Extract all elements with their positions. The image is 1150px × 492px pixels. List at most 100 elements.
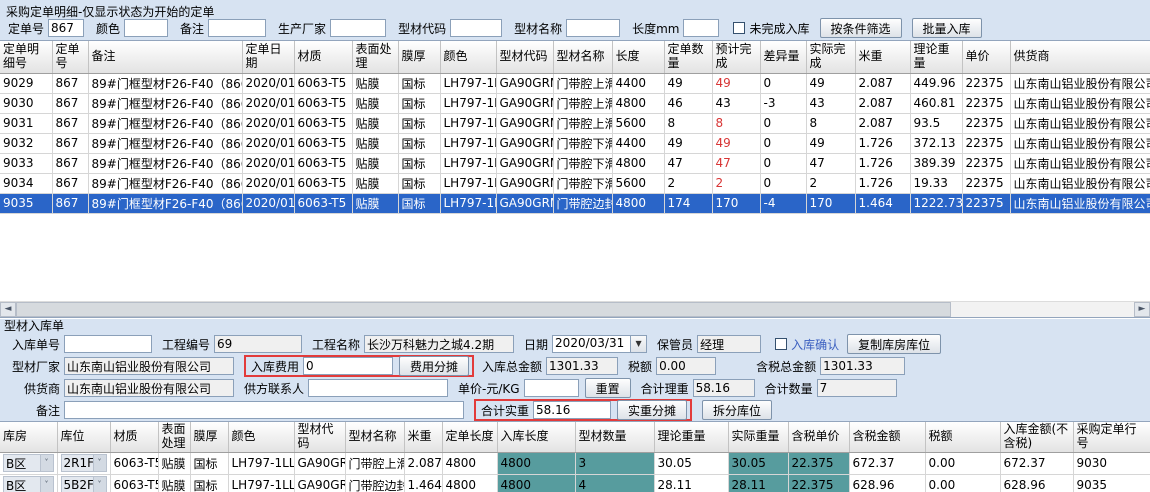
cell[interactable]: LH797-1LL0	[440, 93, 496, 113]
cell[interactable]: LH797-1LL0	[440, 133, 496, 153]
cell[interactable]: 89#门框型材F26-F40（866+867）	[88, 173, 242, 193]
cell[interactable]: 2020/01/13	[242, 73, 294, 93]
column-header[interactable]: 单价	[962, 41, 1010, 73]
cell[interactable]: -4	[760, 193, 806, 213]
column-header[interactable]: 预计完成	[712, 41, 760, 73]
column-header[interactable]: 理论重量	[654, 422, 728, 452]
cell[interactable]: 2.087	[855, 113, 910, 133]
cell[interactable]: 国标	[190, 452, 228, 474]
remark-input[interactable]	[208, 19, 266, 37]
order-row[interactable]: 903386789#门框型材F26-F40（866+867）2020/01/13…	[0, 153, 1150, 173]
split-warehouse-button[interactable]: 拆分库位	[702, 400, 772, 420]
cell[interactable]: 1.464	[404, 474, 442, 492]
cell[interactable]: 山东南山铝业股份有限公司	[1010, 193, 1150, 213]
cell[interactable]: 22375	[962, 133, 1010, 153]
cell[interactable]: B区˅	[0, 474, 57, 492]
cell[interactable]: 372.13	[910, 133, 962, 153]
cell[interactable]: GA90GRM05	[496, 193, 553, 213]
supplier-input[interactable]	[64, 379, 234, 397]
cell[interactable]: 门带腔下滑	[553, 153, 612, 173]
tax-input[interactable]	[656, 357, 716, 375]
cell[interactable]: 国标	[398, 173, 440, 193]
cell[interactable]: 贴膜	[158, 474, 190, 492]
cell[interactable]: GA90GRM03	[294, 452, 345, 474]
cell[interactable]: 4800	[442, 452, 497, 474]
cell[interactable]: 0	[760, 133, 806, 153]
column-header[interactable]: 定单数量	[664, 41, 712, 73]
cell[interactable]: 贴膜	[352, 93, 398, 113]
cell[interactable]: 9035	[0, 193, 52, 213]
total-theory-weight-input[interactable]	[693, 379, 755, 397]
cell[interactable]: 867	[52, 133, 88, 153]
column-header[interactable]: 定单明细号	[0, 41, 52, 73]
length-input[interactable]	[683, 19, 719, 37]
cell[interactable]: LH797-1LL0	[440, 173, 496, 193]
cell[interactable]: 89#门框型材F26-F40（866+867）	[88, 133, 242, 153]
cell[interactable]: 672.37	[1000, 452, 1073, 474]
inbound-confirm-checkbox[interactable]: 入库确认	[775, 336, 839, 353]
cell[interactable]: 2.087	[855, 73, 910, 93]
cell[interactable]: 6063-T5	[110, 474, 158, 492]
cell[interactable]: 19.33	[910, 173, 962, 193]
cell[interactable]: 0	[760, 73, 806, 93]
cell[interactable]: 867	[52, 73, 88, 93]
column-header[interactable]: 税额	[925, 422, 1000, 452]
column-header[interactable]: 差异量	[760, 41, 806, 73]
order-row[interactable]: 903086789#门框型材F26-F40（866+867）2020/01/13…	[0, 93, 1150, 113]
cell-combo[interactable]: B区˅	[3, 454, 54, 472]
fee-share-button[interactable]: 费用分摊	[399, 356, 469, 376]
cell[interactable]: 贴膜	[352, 133, 398, 153]
inbound-no-input[interactable]	[64, 335, 152, 353]
cell[interactable]: 9035	[1073, 474, 1150, 492]
cell[interactable]: 国标	[398, 133, 440, 153]
cell[interactable]: 2.087	[404, 452, 442, 474]
cell[interactable]: 国标	[398, 193, 440, 213]
cell[interactable]: 门带腔下滑	[553, 133, 612, 153]
cell[interactable]: 8	[664, 113, 712, 133]
cell[interactable]: 门带腔边封	[345, 474, 404, 492]
factory-input[interactable]	[64, 357, 234, 375]
cell[interactable]: 贴膜	[352, 73, 398, 93]
cell[interactable]: 47	[806, 153, 855, 173]
column-header[interactable]: 材质	[110, 422, 158, 452]
cell[interactable]: 49	[806, 73, 855, 93]
batch-inbound-button[interactable]: 批量入库	[912, 18, 982, 38]
cell[interactable]: 国标	[398, 153, 440, 173]
cell[interactable]: 47	[712, 153, 760, 173]
checkbox-icon[interactable]	[775, 338, 787, 350]
order-row[interactable]: 903586789#门框型材F26-F40（866+867）2020/01/13…	[0, 193, 1150, 213]
column-header[interactable]: 膜厚	[190, 422, 228, 452]
column-header[interactable]: 含税单价	[788, 422, 849, 452]
inbound-fee-input[interactable]	[303, 357, 393, 375]
cell[interactable]: 6063-T5	[294, 73, 352, 93]
column-header[interactable]: 表面处理	[352, 41, 398, 73]
column-header[interactable]: 型材代码	[496, 41, 553, 73]
cell[interactable]: 4800	[612, 153, 664, 173]
cell[interactable]: 6063-T5	[294, 113, 352, 133]
cell[interactable]: 门带腔上滑	[345, 452, 404, 474]
cell[interactable]: 2020/01/13	[242, 133, 294, 153]
copy-warehouse-button[interactable]: 复制库房库位	[847, 334, 941, 354]
cell[interactable]: 49	[712, 133, 760, 153]
cell[interactable]: 贴膜	[352, 193, 398, 213]
cell[interactable]: 4	[575, 474, 654, 492]
cell[interactable]: 22375	[962, 113, 1010, 133]
project-name-input[interactable]	[364, 335, 514, 353]
column-header[interactable]: 库房	[0, 422, 57, 452]
reset-button[interactable]: 重置	[585, 378, 631, 398]
cell[interactable]: 山东南山铝业股份有限公司	[1010, 73, 1150, 93]
cell[interactable]: 30.05	[654, 452, 728, 474]
cell[interactable]: 22375	[962, 173, 1010, 193]
cell[interactable]: 5B2F˅	[57, 474, 110, 492]
cell[interactable]: 9032	[0, 133, 52, 153]
cell[interactable]: 22.375	[788, 474, 849, 492]
cell[interactable]: 8	[712, 113, 760, 133]
cell[interactable]: 山东南山铝业股份有限公司	[1010, 153, 1150, 173]
cell[interactable]: 22375	[962, 153, 1010, 173]
column-header[interactable]: 型材代码	[294, 422, 345, 452]
cell[interactable]: 6063-T5	[110, 452, 158, 474]
cell[interactable]: 4400	[612, 73, 664, 93]
cell[interactable]: 4800	[442, 474, 497, 492]
cell[interactable]: 43	[712, 93, 760, 113]
cell[interactable]: 国标	[190, 474, 228, 492]
